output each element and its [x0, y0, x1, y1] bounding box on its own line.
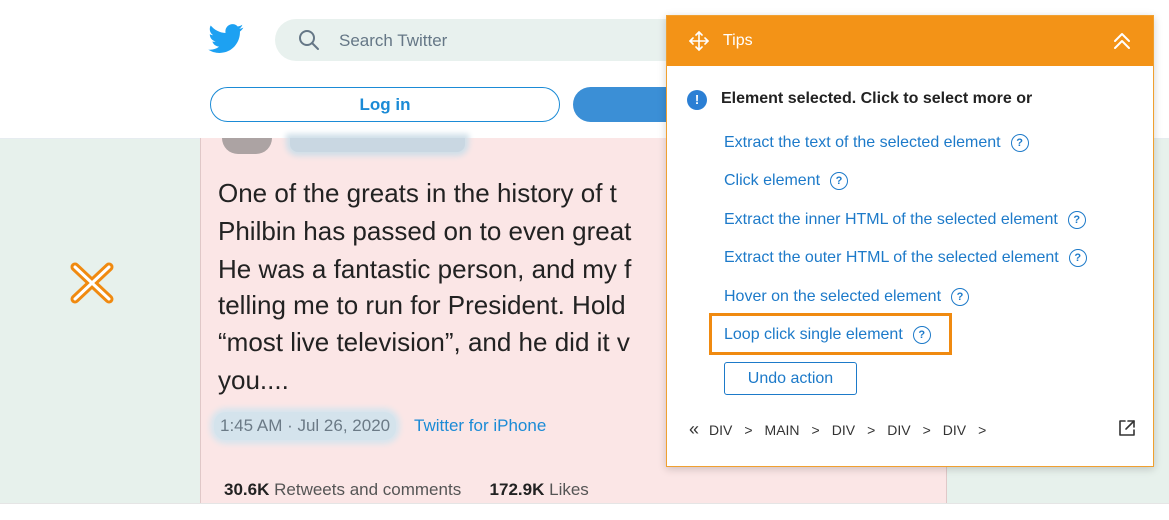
login-button[interactable]: Log in: [210, 87, 560, 122]
tweet-text-line: you....: [218, 365, 289, 395]
tips-title: Tips: [723, 32, 753, 49]
breadcrumb: « DIV > MAIN > DIV > DIV > DIV >: [689, 419, 998, 440]
orange-x-icon[interactable]: [67, 260, 117, 306]
action-hover-element[interactable]: Hover on the selected element ?: [724, 288, 970, 306]
chevron-double-up-icon[interactable]: [1110, 29, 1134, 53]
tweet-text-line: “most live television”, and he did it v: [218, 327, 630, 357]
chevron-right-icon: >: [922, 421, 931, 438]
breadcrumb-item[interactable]: MAIN: [765, 422, 800, 438]
breadcrumb-item[interactable]: DIV: [887, 422, 910, 438]
action-extract-text[interactable]: Extract the text of the selected element…: [724, 134, 1029, 152]
retweets-count[interactable]: 30.6K: [224, 480, 269, 499]
question-circle-icon[interactable]: ?: [1010, 134, 1029, 152]
tweet-stats: 30.6K Retweets and comments 172.9K Likes: [224, 480, 589, 500]
tweet-text-line: One of the greats in the history of t: [218, 178, 617, 208]
likes-label[interactable]: Likes: [549, 480, 589, 499]
bottom-strip: [0, 503, 1169, 520]
action-loop-click[interactable]: Loop click single element ?: [724, 326, 931, 344]
likes-count[interactable]: 172.9K: [490, 480, 545, 499]
undo-button[interactable]: Undo action: [724, 362, 857, 395]
action-extract-inner-html[interactable]: Extract the inner HTML of the selected e…: [724, 211, 1086, 229]
breadcrumb-item[interactable]: DIV: [709, 422, 732, 438]
action-extract-outer-html[interactable]: Extract the outer HTML of the selected e…: [724, 249, 1087, 267]
question-circle-icon[interactable]: ?: [912, 326, 931, 344]
action-label[interactable]: Hover on the selected element: [724, 288, 941, 306]
info-icon: !: [687, 90, 707, 110]
external-link-icon[interactable]: [1117, 418, 1137, 438]
search-icon: [299, 30, 319, 50]
action-label[interactable]: Extract the text of the selected element: [724, 134, 1001, 152]
question-circle-icon[interactable]: ?: [830, 172, 849, 190]
action-label[interactable]: Loop click single element: [724, 326, 903, 344]
double-chevron-left-icon[interactable]: «: [689, 419, 699, 440]
twitter-bird-icon[interactable]: [208, 24, 244, 54]
breadcrumb-item[interactable]: DIV: [832, 422, 855, 438]
tweet-author-name[interactable]: [290, 138, 465, 152]
retweets-label[interactable]: Retweets and comments: [274, 480, 461, 499]
action-click-element[interactable]: Click element ?: [724, 172, 849, 190]
tips-panel: Tips ! Element selected. Click to select…: [666, 15, 1154, 467]
tweet-timestamp[interactable]: 1:45 AM · Jul 26, 2020: [214, 412, 397, 440]
action-label[interactable]: Extract the outer HTML of the selected e…: [724, 249, 1059, 267]
move-icon[interactable]: [689, 31, 709, 51]
page-left-background: [0, 138, 200, 503]
search-input[interactable]: Search Twitter: [339, 31, 447, 51]
chevron-right-icon: >: [867, 421, 876, 438]
chevron-right-icon: >: [744, 421, 753, 438]
chevron-right-icon: >: [811, 421, 820, 438]
tweet-text-line: telling me to run for President. Hold: [218, 290, 626, 320]
tips-heading: Element selected. Click to select more o…: [721, 90, 1033, 107]
question-circle-icon[interactable]: ?: [1067, 211, 1086, 229]
question-circle-icon[interactable]: ?: [1068, 249, 1087, 267]
tips-header[interactable]: Tips: [667, 16, 1153, 66]
chevron-right-icon[interactable]: >: [978, 422, 986, 438]
breadcrumb-item[interactable]: DIV: [943, 422, 966, 438]
tweet-source-link[interactable]: Twitter for iPhone: [414, 416, 546, 436]
search-box[interactable]: [275, 19, 695, 61]
action-label[interactable]: Click element: [724, 172, 820, 190]
tweet-text-line: Philbin has passed on to even great: [218, 216, 632, 246]
question-circle-icon[interactable]: ?: [951, 288, 970, 306]
action-label[interactable]: Extract the inner HTML of the selected e…: [724, 211, 1058, 229]
tweet-text-line: He was a fantastic person, and my f: [218, 254, 632, 284]
